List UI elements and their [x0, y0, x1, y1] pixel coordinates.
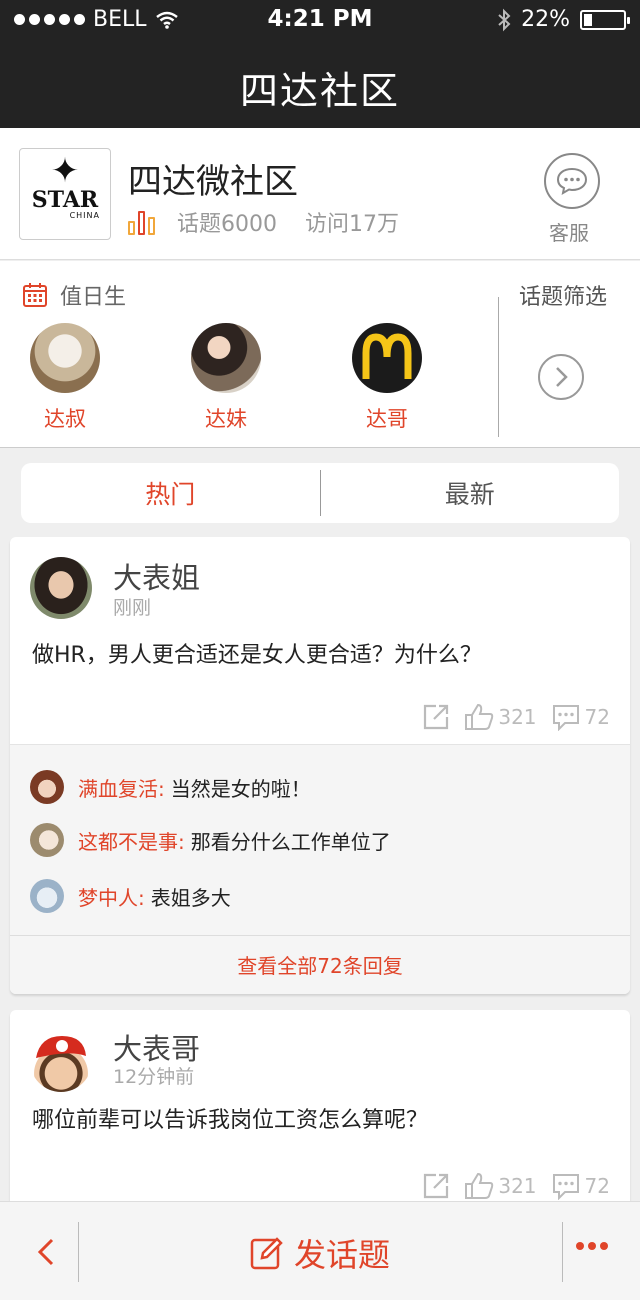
- reply-item[interactable]: 梦中人: 表姐多大: [30, 879, 231, 913]
- on-duty-header: 值日生: [22, 279, 126, 311]
- post-card[interactable]: 大表姐 刚刚 做HR，男人更合适还是女人更合适？为什么？ 321 72 满血复活: [10, 537, 630, 994]
- view-all-replies-link[interactable]: 查看全部72条回复: [10, 935, 630, 994]
- customer-service-label: 客服: [549, 221, 589, 245]
- star-logo-icon: ✦: [50, 151, 80, 191]
- tab-latest[interactable]: 最新: [321, 475, 620, 511]
- post-text[interactable]: 哪位前辈可以告诉我岗位工资怎么算呢？: [32, 1102, 428, 1134]
- bottom-bar: 发话题: [0, 1201, 640, 1300]
- like-button[interactable]: 321: [464, 703, 537, 731]
- bluetooth-icon: [498, 8, 511, 31]
- reply-text: 当然是女的啦！: [170, 776, 311, 801]
- post-actions: 321 72: [422, 1172, 610, 1200]
- comment-button[interactable]: 72: [551, 1172, 610, 1200]
- thumbs-up-icon: [465, 1172, 494, 1199]
- on-duty-title: 值日生: [60, 285, 127, 310]
- comment-icon: [552, 705, 579, 731]
- reply-user[interactable]: 满血复活:: [78, 773, 165, 802]
- level-bars-icon: [128, 209, 155, 235]
- like-button[interactable]: 321: [464, 1172, 537, 1200]
- comment-icon: [552, 1174, 579, 1200]
- thumbs-up-icon: [465, 703, 494, 730]
- avatar: [30, 823, 64, 857]
- avatar: [30, 770, 64, 804]
- compose-topic-button[interactable]: 发话题: [0, 1230, 640, 1276]
- reply-text: 那看分什么工作单位了: [190, 829, 391, 854]
- avatar: [352, 323, 422, 393]
- reply-text: 表姐多大: [150, 885, 231, 910]
- share-icon: [424, 704, 449, 730]
- duty-person-name: 达妹: [205, 407, 247, 431]
- comment-count: 72: [584, 1174, 610, 1198]
- logo-text: STAR: [31, 187, 99, 213]
- comment-button[interactable]: 72: [551, 703, 610, 731]
- tab-bar: 热门 最新: [21, 463, 619, 523]
- duty-person-dage[interactable]: 达哥: [349, 323, 425, 433]
- more-icon[interactable]: [576, 1242, 608, 1250]
- community-stats: 话题6000 访问17万: [128, 206, 399, 238]
- status-bar: BELL 4:21 PM 22%: [0, 0, 640, 40]
- mcdonalds-logo-icon: [362, 333, 412, 379]
- share-button[interactable]: [422, 1172, 450, 1200]
- topic-count: 话题6000: [177, 212, 277, 237]
- reply-user[interactable]: 这都不是事:: [78, 826, 185, 855]
- avatar[interactable]: [30, 557, 92, 619]
- on-duty-section: 值日生 话题筛选 达叔 达妹 达哥: [0, 261, 640, 448]
- post-author[interactable]: 大表姐: [113, 555, 200, 597]
- community-name: 四达微社区: [128, 162, 298, 202]
- post-time: 刚刚: [113, 597, 152, 619]
- like-count: 321: [498, 1174, 537, 1198]
- calendar-icon: [23, 283, 47, 307]
- reply-item[interactable]: 满血复活: 当然是女的啦！: [30, 770, 311, 804]
- mario-cap-icon: [36, 1036, 86, 1058]
- community-logo: ✦ STAR CHINA: [19, 148, 111, 240]
- divider: [498, 297, 499, 437]
- duty-person-name: 达叔: [44, 407, 86, 431]
- like-count: 321: [498, 705, 537, 729]
- avatar: [191, 323, 261, 393]
- reply-item[interactable]: 这都不是事: 那看分什么工作单位了: [30, 823, 391, 857]
- share-button[interactable]: [422, 703, 450, 731]
- community-header: ✦ STAR CHINA 四达微社区 话题6000 访问17万 客服: [0, 128, 640, 260]
- avatar: [30, 879, 64, 913]
- compose-topic-label: 发话题: [293, 1236, 390, 1274]
- battery-icon: [580, 9, 630, 30]
- tab-hot[interactable]: 热门: [21, 475, 320, 511]
- topic-filter-label[interactable]: 话题筛选: [519, 279, 607, 311]
- divider: [562, 1222, 563, 1282]
- battery-percent: 22%: [521, 7, 570, 32]
- customer-service-button[interactable]: 客服: [544, 153, 600, 246]
- status-right: 22%: [497, 7, 630, 32]
- duty-person-damei[interactable]: 达妹: [188, 323, 264, 433]
- top-bar: BELL 4:21 PM 22% 四达社区: [0, 0, 640, 128]
- reply-user[interactable]: 梦中人:: [78, 882, 145, 911]
- avatar[interactable]: [30, 1030, 92, 1092]
- share-icon: [424, 1173, 449, 1199]
- post-card[interactable]: 大表哥 12分钟前 哪位前辈可以告诉我岗位工资怎么算呢？ 321 72: [10, 1010, 630, 1210]
- chevron-right-icon[interactable]: [538, 354, 584, 400]
- edit-icon: [250, 1237, 283, 1270]
- comment-count: 72: [584, 705, 610, 729]
- post-text[interactable]: 做HR，男人更合适还是女人更合适？为什么？: [32, 637, 482, 669]
- duty-person-dashu[interactable]: 达叔: [27, 323, 103, 433]
- reply-list: 满血复活: 当然是女的啦！ 这都不是事: 那看分什么工作单位了 梦中人: 表姐多…: [10, 744, 630, 994]
- post-time: 12分钟前: [113, 1066, 195, 1088]
- chat-icon: [544, 153, 600, 209]
- post-actions: 321 72: [422, 703, 610, 731]
- avatar: [30, 323, 100, 393]
- visit-count: 访问17万: [305, 212, 399, 237]
- duty-person-name: 达哥: [366, 407, 408, 431]
- page-title: 四达社区: [239, 69, 400, 113]
